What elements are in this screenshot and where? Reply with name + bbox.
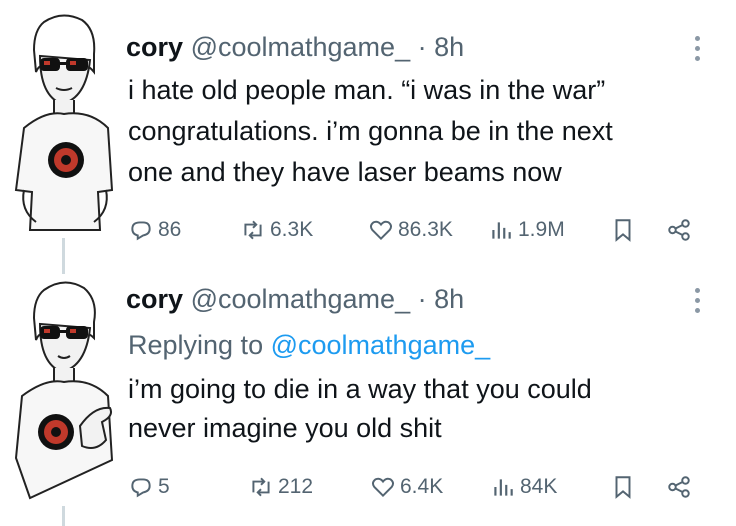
like-count: 86.3K bbox=[398, 218, 453, 241]
like-button[interactable]: 6.4K bbox=[370, 472, 443, 502]
views-icon bbox=[492, 222, 511, 239]
reply-count: 5 bbox=[158, 475, 170, 498]
avatar-illustration bbox=[14, 14, 114, 231]
user-handle[interactable]: @coolmathgame_ bbox=[191, 284, 411, 314]
avatar-illustration bbox=[14, 281, 114, 500]
reply-count: 86 bbox=[158, 218, 182, 241]
view-count: 84K bbox=[520, 475, 558, 498]
retweet-count: 6.3K bbox=[270, 218, 314, 241]
retweet-button[interactable]: 212 bbox=[248, 472, 313, 502]
more-dots-icon[interactable] bbox=[694, 36, 702, 66]
bookmark-icon bbox=[615, 219, 631, 242]
retweet-count: 212 bbox=[278, 475, 314, 498]
reply-button[interactable]: 5 bbox=[128, 472, 170, 502]
separator-dot: · bbox=[417, 32, 427, 62]
tweet-1[interactable]: cory @coolmathgame_ · 8h i hate old peop… bbox=[0, 0, 736, 274]
tweet-text: i’m going to die in a way that you could… bbox=[128, 370, 718, 448]
views-icon bbox=[494, 479, 513, 496]
tweet-text-line: congratulations. i’m gonna be in the nex… bbox=[128, 116, 613, 146]
tweet-text-line: one and they have laser beams now bbox=[128, 157, 562, 187]
heart-icon bbox=[371, 477, 395, 498]
tweet-header: cory @coolmathgame_ · 8h bbox=[126, 32, 464, 62]
more-dots-icon[interactable] bbox=[694, 288, 702, 318]
bookmark-icon bbox=[615, 476, 631, 499]
tweet-header: cory @coolmathgame_ · 8h bbox=[126, 284, 464, 314]
tweet-text-line: never imagine you old shit bbox=[128, 413, 442, 443]
tweet-text-line: i’m going to die in a way that you could bbox=[128, 374, 592, 404]
reply-icon bbox=[131, 478, 151, 498]
user-handle[interactable]: @coolmathgame_ bbox=[191, 32, 411, 62]
like-button[interactable]: 86.3K bbox=[368, 215, 453, 245]
replying-to-label: Replying to bbox=[128, 330, 264, 360]
display-name[interactable]: cory bbox=[126, 284, 183, 314]
timestamp[interactable]: 8h bbox=[434, 284, 464, 314]
bookmark-button[interactable] bbox=[610, 215, 640, 245]
avatar[interactable] bbox=[10, 276, 118, 508]
bookmark-button[interactable] bbox=[610, 472, 640, 502]
share-icon bbox=[668, 219, 690, 241]
reply-icon bbox=[131, 221, 151, 241]
share-icon bbox=[668, 476, 690, 498]
like-count: 6.4K bbox=[400, 475, 444, 498]
retweet-icon bbox=[244, 220, 262, 240]
views-button[interactable]: 84K bbox=[490, 472, 557, 502]
reply-button[interactable]: 86 bbox=[128, 215, 181, 245]
separator-dot: · bbox=[417, 284, 427, 314]
avatar[interactable] bbox=[10, 10, 118, 242]
view-count: 1.9M bbox=[518, 218, 565, 241]
tweet-text: i hate old people man. “i was in the war… bbox=[128, 70, 718, 193]
timestamp[interactable]: 8h bbox=[434, 32, 464, 62]
tweet-text-line: i hate old people man. “i was in the war… bbox=[128, 75, 606, 105]
action-bar: 5 212 6.4K 84K bbox=[128, 472, 708, 502]
replying-to: Replying to @coolmathgame_ bbox=[128, 328, 490, 362]
replying-to-handle[interactable]: @coolmathgame_ bbox=[271, 330, 491, 360]
share-button[interactable] bbox=[666, 215, 696, 245]
views-button[interactable]: 1.9M bbox=[488, 215, 565, 245]
share-button[interactable] bbox=[666, 472, 696, 502]
thread-line bbox=[62, 506, 65, 526]
tweet-2[interactable]: cory @coolmathgame_ · 8h Replying to @co… bbox=[0, 262, 736, 526]
display-name[interactable]: cory bbox=[126, 32, 183, 62]
heart-icon bbox=[369, 220, 393, 241]
retweet-icon bbox=[252, 477, 270, 497]
action-bar: 86 6.3K 86.3K 1.9M bbox=[128, 215, 708, 245]
retweet-button[interactable]: 6.3K bbox=[240, 215, 313, 245]
